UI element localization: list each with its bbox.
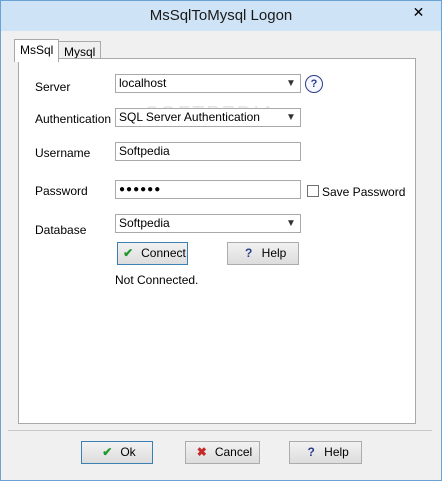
password-field[interactable]: ●●●●●● bbox=[115, 180, 301, 199]
check-icon: ✔ bbox=[102, 445, 113, 460]
window-title: MsSqlToMysql Logon bbox=[149, 7, 293, 24]
connection-status: Not Connected. bbox=[115, 273, 199, 287]
ok-label: Ok bbox=[120, 445, 136, 459]
server-value: localhost bbox=[119, 76, 167, 90]
server-combo[interactable]: localhost ▼ bbox=[115, 74, 301, 93]
footer-separator bbox=[8, 430, 432, 431]
chevron-down-icon[interactable]: ▼ bbox=[284, 215, 298, 232]
save-password-checkbox[interactable] bbox=[307, 185, 319, 197]
ok-button[interactable]: ✔ Ok bbox=[81, 441, 153, 464]
question-icon: ? bbox=[244, 246, 253, 261]
server-label: Server bbox=[35, 80, 71, 94]
chevron-down-icon[interactable]: ▼ bbox=[284, 75, 298, 92]
database-combo[interactable]: Softpedia ▼ bbox=[115, 214, 301, 233]
authentication-combo[interactable]: SQL Server Authentication ▼ bbox=[115, 108, 301, 127]
password-label: Password bbox=[35, 184, 88, 198]
footer-help-button[interactable]: ? Help bbox=[289, 441, 362, 464]
help-label: Help bbox=[261, 246, 287, 260]
connect-label: Connect bbox=[141, 246, 186, 260]
database-value: Softpedia bbox=[119, 216, 170, 230]
tab-mssql[interactable]: MsSql bbox=[14, 39, 60, 62]
username-field[interactable]: Softpedia bbox=[115, 142, 301, 161]
question-icon: ? bbox=[307, 445, 315, 460]
check-icon: ✔ bbox=[123, 246, 134, 261]
authentication-value: SQL Server Authentication bbox=[119, 110, 260, 124]
cancel-button[interactable]: ✖ Cancel bbox=[185, 441, 260, 464]
title-bar: MsSqlToMysql Logon ✕ bbox=[1, 1, 441, 31]
question-circle-icon[interactable]: ? bbox=[305, 75, 323, 93]
connect-button[interactable]: ✔ Connect bbox=[117, 242, 188, 265]
x-icon: ✖ bbox=[196, 445, 207, 460]
save-password-label: Save Password bbox=[322, 185, 406, 199]
database-label: Database bbox=[35, 223, 87, 237]
footer-help-label: Help bbox=[324, 445, 349, 459]
chevron-down-icon[interactable]: ▼ bbox=[284, 109, 298, 126]
cancel-label: Cancel bbox=[214, 445, 253, 459]
close-icon[interactable]: ✕ bbox=[404, 2, 433, 22]
help-button[interactable]: ? Help bbox=[227, 242, 299, 265]
username-label: Username bbox=[35, 146, 91, 160]
authentication-label: Authentication bbox=[35, 112, 112, 126]
